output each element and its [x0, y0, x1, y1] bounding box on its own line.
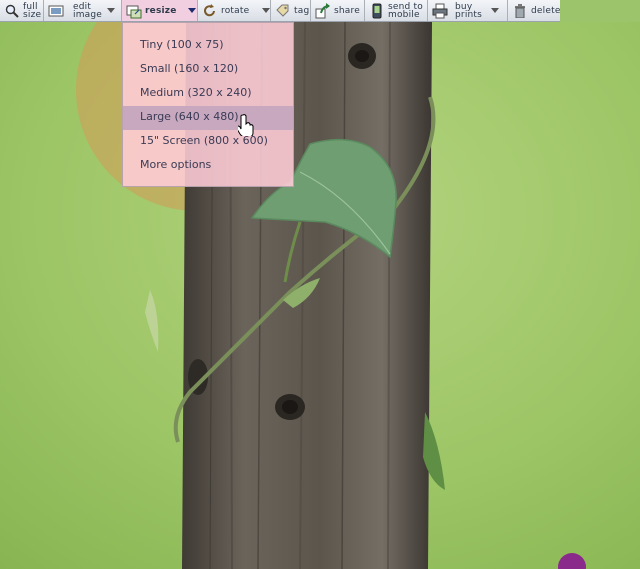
menu-item-large[interactable]: Large (640 x 480)	[123, 106, 293, 130]
photo-image	[0, 22, 640, 569]
mobile-icon	[369, 3, 385, 19]
menu-item-medium[interactable]: Medium (320 x 240)	[123, 82, 293, 106]
send-to-mobile-label-2: mobile	[388, 9, 420, 20]
resize-label: resize	[145, 5, 177, 16]
edit-image-button[interactable]: edit image	[44, 0, 122, 21]
trash-icon	[512, 3, 528, 19]
menu-item-small[interactable]: Small (160 x 120)	[123, 58, 293, 82]
edit-image-icon	[48, 3, 64, 19]
rotate-button[interactable]: rotate	[198, 0, 271, 21]
tag-icon	[275, 3, 291, 19]
menu-item-more-options[interactable]: More options	[123, 154, 293, 178]
share-button[interactable]: share	[311, 0, 365, 21]
delete-label: delete	[531, 5, 561, 16]
resize-dropdown-icon[interactable]	[187, 8, 196, 13]
rotate-dropdown-icon[interactable]	[262, 8, 271, 13]
tag-label: tag	[294, 5, 310, 16]
printer-icon	[432, 3, 448, 19]
share-label: share	[334, 5, 360, 16]
rotate-label: rotate	[221, 5, 250, 16]
buy-prints-dropdown-icon[interactable]	[491, 8, 500, 13]
menu-item-tiny[interactable]: Tiny (100 x 75)	[123, 34, 293, 58]
tag-button[interactable]: tag	[271, 0, 311, 21]
rotate-icon	[202, 3, 218, 19]
edit-image-label-2: image	[73, 9, 103, 20]
edit-image-dropdown-icon[interactable]	[107, 8, 116, 13]
menu-item-15-screen[interactable]: 15" Screen (800 x 600)	[123, 130, 293, 154]
magnifier-icon	[4, 3, 20, 19]
share-icon	[315, 2, 331, 19]
full-size-button[interactable]: full size	[0, 0, 44, 21]
buy-prints-button[interactable]: buy prints	[428, 0, 508, 21]
resize-dropdown-menu: Tiny (100 x 75) Small (160 x 120) Medium…	[122, 22, 294, 187]
buy-prints-label-2: prints	[455, 9, 483, 20]
full-size-label-2: size	[23, 9, 42, 20]
hand-cursor-icon	[236, 114, 256, 140]
send-to-mobile-button[interactable]: send to mobile	[365, 0, 428, 21]
resize-icon	[126, 3, 142, 19]
photo-toolbar: full size edit image resize rotate tag sha…	[0, 0, 560, 22]
resize-button[interactable]: resize	[122, 0, 198, 21]
delete-button[interactable]: delete	[508, 0, 560, 21]
